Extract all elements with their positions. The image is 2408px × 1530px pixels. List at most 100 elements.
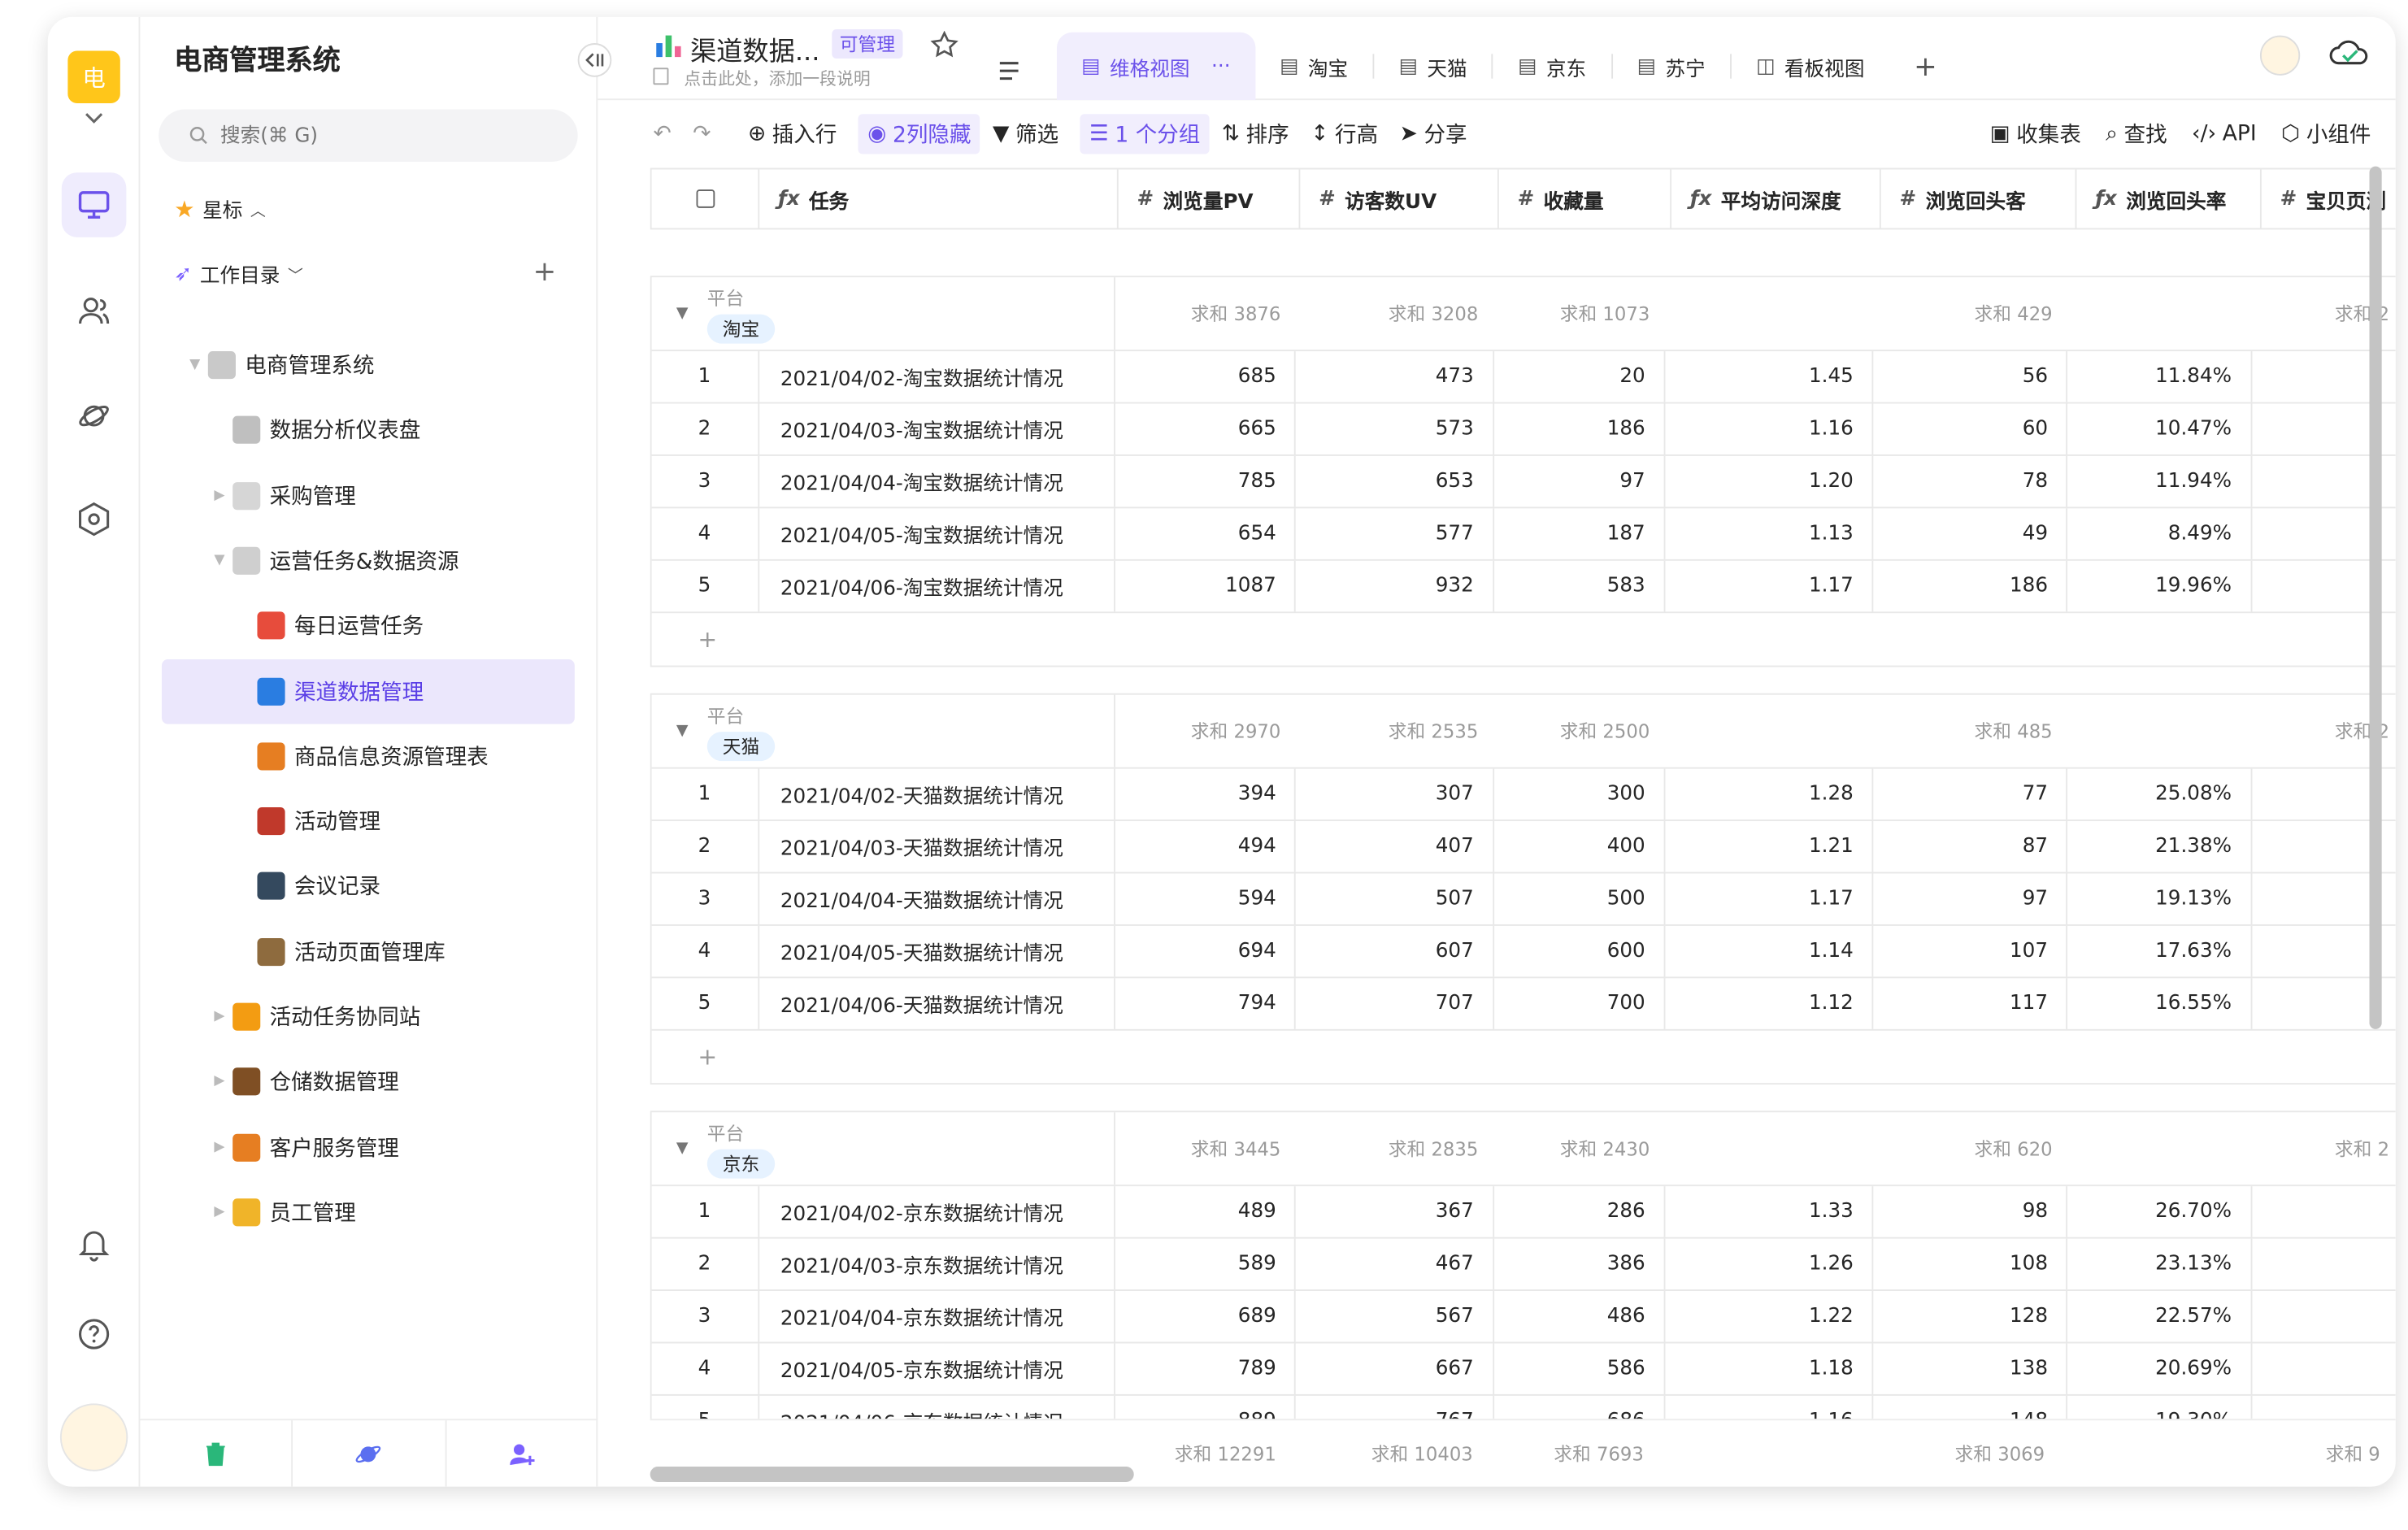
number-cell[interactable]: 60 (1873, 403, 2068, 455)
number-cell[interactable]: 789 (1115, 1343, 1297, 1394)
tab-suning[interactable]: ▤ 苏宁 (1612, 33, 1730, 100)
number-cell[interactable]: 407 (1296, 821, 1494, 872)
number-cell[interactable]: 23.13% (2068, 1238, 2252, 1290)
column-header[interactable]: ƒx 任务 (759, 169, 1119, 228)
user-avatar[interactable] (59, 1403, 128, 1471)
number-cell[interactable]: 49 (1873, 508, 2068, 559)
table-row[interactable]: 5 2021/04/06-淘宝数据统计情况 1087 932 583 1.17 186 19.… (651, 560, 2396, 614)
redo-icon[interactable]: ↷ (693, 122, 711, 146)
more-icon[interactable]: ··· (1211, 54, 1231, 77)
number-cell[interactable]: 607 (1296, 925, 1494, 977)
tab-taobao[interactable]: ▤ 淘宝 (1255, 33, 1373, 100)
number-cell[interactable]: 1.33 (1665, 1186, 1874, 1237)
number-cell[interactable]: 889 (1115, 1395, 1297, 1419)
select-all-checkbox[interactable] (652, 169, 760, 228)
number-cell[interactable]: 507 (1296, 873, 1494, 924)
number-cell[interactable]: 19.13% (2068, 873, 2252, 924)
number-cell[interactable]: 97 (1493, 455, 1666, 507)
row-index[interactable]: 5 (652, 1395, 759, 1419)
number-cell[interactable]: 11.94% (2068, 455, 2252, 507)
menu-icon[interactable] (998, 57, 1020, 86)
number-cell[interactable]: 1.45 (1665, 351, 1874, 402)
number-cell[interactable]: 394 (1115, 768, 1297, 820)
number-cell[interactable]: 600 (1493, 925, 1666, 977)
sidebar-item-12[interactable]: ▶ 客户服务管理 (162, 1115, 575, 1180)
add-node-icon[interactable]: + (533, 256, 557, 289)
row-index[interactable]: 1 (652, 1186, 759, 1237)
number-cell[interactable]: 97 (1873, 873, 2068, 924)
number-cell[interactable]: 689 (1115, 1291, 1297, 1342)
task-cell[interactable]: 2021/04/04-天猫数据统计情况 (758, 873, 1116, 924)
number-cell[interactable]: 138 (1873, 1343, 2068, 1394)
task-cell[interactable]: 2021/04/04-京东数据统计情况 (758, 1291, 1116, 1342)
task-cell[interactable]: 2021/04/03-淘宝数据统计情况 (758, 403, 1116, 455)
group-sum[interactable]: 求和 3208 (1296, 277, 1493, 350)
tree-toggle-icon[interactable]: ▶ (214, 1205, 233, 1220)
collapse-sidebar-icon[interactable] (577, 43, 612, 77)
find-button[interactable]: ⌕ 查找 (2106, 119, 2167, 150)
number-cell[interactable]: 17.63% (2068, 925, 2252, 977)
number-cell[interactable]: 694 (1115, 925, 1297, 977)
row-index[interactable]: 4 (652, 925, 759, 977)
group-sum[interactable]: 求和 1073 (1493, 277, 1665, 350)
number-cell[interactable]: 594 (1115, 873, 1297, 924)
table-row[interactable]: 3 2021/04/04-天猫数据统计情况 594 507 500 1.17 97 19.13… (651, 873, 2396, 926)
settings-hex-icon[interactable] (71, 496, 117, 542)
number-cell[interactable]: 77 (1873, 768, 2068, 820)
table-row[interactable]: 2 2021/04/03-淘宝数据统计情况 665 573 186 1.16 60 10.47… (651, 403, 2396, 456)
number-cell[interactable]: 707 (1296, 978, 1494, 1029)
number-cell[interactable]: 567 (1296, 1291, 1494, 1342)
number-cell[interactable]: 20.69% (2068, 1343, 2252, 1394)
user-avatar-small[interactable] (2259, 35, 2301, 76)
group-sum[interactable]: 求和 3876 (1115, 277, 1296, 350)
filter-button[interactable]: ▼ 筛选 (993, 119, 1058, 150)
group-sum[interactable]: 求和 485 (1873, 695, 2067, 767)
search-box[interactable] (159, 109, 578, 162)
column-header[interactable]: # 访客数UV (1300, 169, 1499, 228)
table-row[interactable]: 1 2021/04/02-淘宝数据统计情况 685 473 20 1.45 56 11.84% (651, 351, 2396, 404)
footer-sum[interactable]: 求和 3069 (1867, 1420, 2060, 1486)
sidebar-item-3[interactable]: ▼ 运营任务&数据资源 (162, 528, 575, 593)
number-cell[interactable]: 117 (1873, 978, 2068, 1029)
task-cell[interactable]: 2021/04/02-京东数据统计情况 (758, 1186, 1116, 1237)
number-cell[interactable] (2252, 1343, 2396, 1394)
sidebar-item-9[interactable]: 活动页面管理库 (162, 919, 575, 985)
tree-toggle-icon[interactable]: ▶ (214, 1074, 233, 1089)
invite-member-icon[interactable] (446, 1420, 598, 1486)
bell-icon[interactable] (71, 1222, 117, 1268)
row-index[interactable]: 4 (652, 508, 759, 559)
number-cell[interactable]: 932 (1296, 560, 1494, 612)
number-cell[interactable]: 1.16 (1665, 403, 1874, 455)
row-height-button[interactable]: ↕ 行高 (1310, 119, 1378, 150)
number-cell[interactable]: 148 (1873, 1395, 2068, 1419)
group-sum[interactable] (1665, 695, 1873, 767)
number-cell[interactable]: 25.08% (2068, 768, 2252, 820)
number-cell[interactable] (2252, 1239, 2396, 1290)
table-row[interactable]: 3 2021/04/04-京东数据统计情况 689 567 486 1.22 128 22.5… (651, 1291, 2396, 1344)
group-sum[interactable]: 求和 2970 (1115, 695, 1296, 767)
tree-toggle-icon[interactable]: ▼ (189, 358, 208, 373)
number-cell[interactable]: 186 (1493, 403, 1666, 455)
number-cell[interactable]: 486 (1493, 1291, 1666, 1342)
group-sum[interactable] (1665, 1112, 1873, 1184)
insert-row-button[interactable]: ⊕ 插入行 (748, 119, 837, 150)
group-sum[interactable]: 求和 2 (2252, 1112, 2396, 1184)
row-index[interactable]: 3 (652, 873, 759, 924)
row-index[interactable]: 2 (652, 821, 759, 872)
number-cell[interactable]: 794 (1115, 978, 1297, 1029)
column-header[interactable]: ƒx 浏览回头率 (2076, 169, 2262, 228)
task-cell[interactable]: 2021/04/03-天猫数据统计情况 (758, 821, 1116, 872)
search-input[interactable] (220, 124, 528, 147)
task-cell[interactable]: 2021/04/02-天猫数据统计情况 (758, 768, 1116, 820)
horizontal-scrollbar[interactable] (650, 1467, 1134, 1482)
sidebar-item-6[interactable]: 商品信息资源管理表 (162, 724, 575, 789)
task-cell[interactable]: 2021/04/06-天猫数据统计情况 (758, 978, 1116, 1029)
hidden-columns-button[interactable]: ◉ 2列隐藏 (858, 114, 980, 154)
tree-toggle-icon[interactable]: ▶ (214, 1140, 233, 1155)
task-cell[interactable]: 2021/04/02-淘宝数据统计情况 (758, 351, 1116, 402)
number-cell[interactable]: 654 (1115, 508, 1297, 559)
table-row[interactable]: 4 2021/04/05-京东数据统计情况 789 667 586 1.18 138 20.6… (651, 1343, 2396, 1396)
template-planet-icon[interactable] (293, 1420, 446, 1487)
group-sum[interactable]: 求和 2430 (1493, 1112, 1665, 1184)
row-index[interactable]: 1 (652, 351, 759, 402)
